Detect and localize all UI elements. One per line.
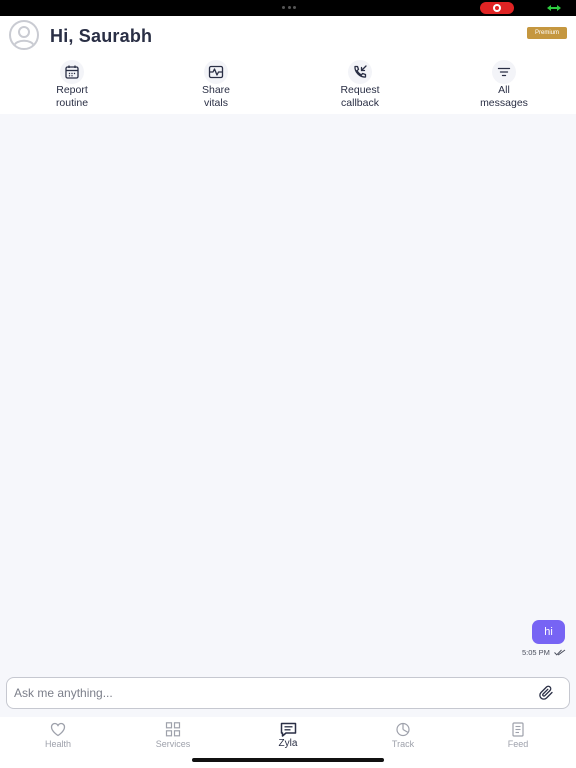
message-composer — [6, 677, 570, 709]
tab-zyla[interactable]: Zyla — [238, 717, 338, 755]
action-label: Request callback — [340, 84, 380, 109]
chat-area[interactable]: hi 5:05 PM — [0, 114, 576, 674]
message-input[interactable] — [14, 678, 524, 708]
action-label: All messages — [480, 84, 528, 109]
action-label: Share vitals — [201, 84, 231, 109]
tab-feed[interactable]: Feed — [468, 717, 568, 755]
message-timestamp: 5:05 PM — [522, 648, 550, 657]
request-callback-button[interactable]: Request callback — [310, 60, 410, 112]
tab-label: Zyla — [278, 738, 298, 749]
grid-icon — [165, 722, 181, 737]
avatar[interactable] — [9, 20, 39, 50]
filter-icon — [492, 60, 516, 84]
chat-icon — [280, 722, 297, 737]
home-indicator-area — [0, 755, 576, 768]
report-routine-button[interactable]: Report routine — [22, 60, 122, 112]
attachment-icon[interactable] — [539, 685, 555, 701]
pie-chart-icon — [396, 722, 410, 737]
tab-label: Health — [44, 739, 71, 749]
outgoing-message-bubble[interactable]: hi — [532, 620, 565, 644]
tab-bar: Health Services Zyla Track Feed — [0, 717, 576, 755]
calendar-icon — [60, 60, 84, 84]
document-icon — [512, 722, 524, 737]
read-receipt-icon — [554, 649, 566, 656]
user-icon — [13, 26, 35, 47]
greeting-title: Hi, Saurabh — [50, 26, 153, 46]
battery-icon — [547, 5, 561, 11]
tab-health[interactable]: Health — [8, 717, 108, 755]
home-indicator[interactable] — [192, 758, 384, 762]
header: Hi, Saurabh Premium Report routine Share… — [0, 16, 576, 114]
all-messages-button[interactable]: All messages — [454, 60, 554, 112]
vitals-icon — [204, 60, 228, 84]
action-label: Report routine — [55, 84, 89, 109]
multitasking-dots — [282, 6, 296, 10]
screen-recording-icon[interactable] — [480, 2, 514, 14]
premium-badge: Premium — [527, 27, 567, 39]
share-vitals-button[interactable]: Share vitals — [166, 60, 266, 112]
phone-callback-icon — [348, 60, 372, 84]
tab-label: Feed — [507, 739, 529, 749]
app-screen: Hi, Saurabh Premium Report routine Share… — [0, 0, 576, 768]
tab-label: Track — [391, 739, 415, 749]
tab-track[interactable]: Track — [353, 717, 453, 755]
status-bar — [0, 0, 576, 16]
tab-services[interactable]: Services — [123, 717, 223, 755]
tab-label: Services — [155, 739, 191, 749]
heart-icon — [50, 722, 66, 737]
